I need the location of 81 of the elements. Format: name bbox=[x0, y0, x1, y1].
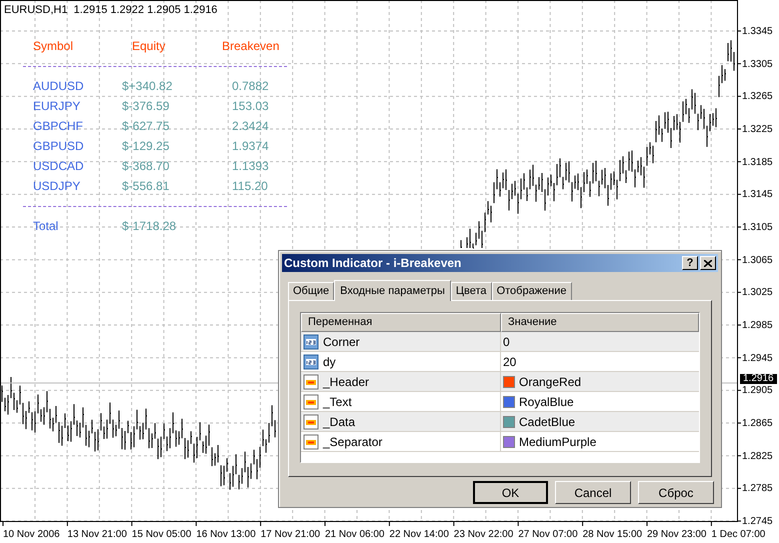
time-label: 22 Nov 14:00 bbox=[389, 530, 449, 540]
dialog-button[interactable]: Cancel bbox=[555, 481, 631, 504]
time-label: 28 Nov 15:00 bbox=[582, 530, 642, 540]
parameter-name: Corner bbox=[323, 334, 360, 350]
price-label: 1.3025 bbox=[742, 288, 773, 298]
column-header: Symbol bbox=[33, 40, 74, 52]
color-type-icon bbox=[303, 414, 319, 430]
column-header: Breakeven bbox=[222, 40, 280, 52]
parameter-name: _Data bbox=[323, 414, 356, 430]
time-label: 23 Nov 22:00 bbox=[454, 530, 514, 540]
price-label: 1.3305 bbox=[742, 60, 773, 70]
price-label: 1.3345 bbox=[742, 27, 773, 37]
parameter-name: dy bbox=[323, 354, 336, 370]
dialog-button[interactable]: OK bbox=[473, 481, 548, 504]
breakeven-value: 1.1393 bbox=[232, 160, 269, 172]
symbol-text: USDJPY bbox=[33, 180, 80, 192]
parameter-name: _Header bbox=[323, 374, 370, 390]
tab[interactable]: Отображение bbox=[492, 282, 572, 300]
tab[interactable]: Цвета bbox=[450, 282, 492, 300]
dialog-title: Custom Indicator - i-Breakeven bbox=[284, 255, 462, 272]
tab[interactable]: Общие bbox=[288, 282, 334, 300]
number-type-icon bbox=[303, 334, 319, 350]
help-button[interactable]: ? bbox=[682, 256, 698, 270]
tab[interactable]: Входные параметры bbox=[334, 280, 451, 301]
symbol-text: EURJPY bbox=[33, 100, 80, 112]
symbol-text: GBPCHF bbox=[33, 120, 84, 132]
price-label: 1.3145 bbox=[742, 190, 773, 200]
parameter-value: 20 bbox=[503, 354, 516, 370]
current-price-label: 1.2916 bbox=[740, 374, 777, 384]
breakeven-value: 0.7882 bbox=[232, 80, 269, 92]
price-label: 1.3105 bbox=[742, 223, 773, 234]
equity-value: $-376.59 bbox=[122, 100, 170, 112]
parameter-value: RoyalBlue bbox=[519, 394, 574, 410]
column-header[interactable]: Переменная bbox=[301, 313, 501, 332]
parameter-value: OrangeRed bbox=[519, 374, 582, 390]
parameter-value: 0 bbox=[503, 334, 510, 350]
equity-value: $-129.25 bbox=[122, 140, 170, 152]
price-label: 1.3225 bbox=[742, 125, 773, 135]
symbol-text: AUDUSD bbox=[33, 80, 84, 92]
time-label: 13 Nov 21:00 bbox=[67, 530, 127, 540]
parameter-name: _Text bbox=[323, 394, 352, 410]
chart-header: EURUSD,H1 1.2915 1.2922 1.2905 1.2916 bbox=[4, 5, 218, 16]
equity-value: $+340.82 bbox=[122, 80, 172, 92]
parameter-value: CadetBlue bbox=[519, 414, 576, 430]
dialog-button[interactable]: Сброс bbox=[638, 481, 714, 504]
time-label: 17 Nov 21:00 bbox=[260, 530, 320, 540]
price-label: 1.2945 bbox=[742, 354, 773, 364]
breakeven-value: 1.9374 bbox=[232, 140, 269, 152]
color-type-icon bbox=[303, 374, 319, 390]
price-label: 1.2865 bbox=[742, 419, 773, 430]
column-header: Equity bbox=[132, 40, 166, 52]
close-icon bbox=[704, 260, 712, 266]
total-label: Total bbox=[33, 220, 58, 232]
time-label: 15 Nov 05:00 bbox=[132, 530, 192, 540]
column-header[interactable]: Значение bbox=[501, 313, 699, 332]
total-equity: $-1718.28 bbox=[122, 220, 176, 232]
symbol-text: GBPUSD bbox=[33, 140, 84, 152]
breakeven-value: 2.3424 bbox=[232, 120, 269, 132]
time-label: 10 Nov 2006 bbox=[3, 530, 60, 540]
parameter-name: _Separator bbox=[323, 434, 382, 450]
time-label: 27 Nov 07:00 bbox=[518, 530, 578, 540]
equity-value: $-556.81 bbox=[122, 180, 170, 192]
time-label: 21 Nov 06:00 bbox=[325, 530, 384, 540]
price-label: 1.2785 bbox=[742, 484, 773, 494]
equity-value: $-627.75 bbox=[122, 120, 170, 132]
breakeven-value: 115.20 bbox=[232, 180, 268, 192]
price-label: 1.3185 bbox=[742, 158, 773, 168]
breakeven-value: 153.03 bbox=[232, 100, 269, 112]
price-label: 1.2825 bbox=[742, 452, 773, 462]
price-label: 1.2905 bbox=[742, 386, 773, 396]
price-label: 1.3065 bbox=[742, 256, 773, 266]
time-label: 29 Nov 23:00 bbox=[647, 530, 706, 540]
time-label: 16 Nov 13:00 bbox=[196, 530, 256, 540]
symbol-text: USDCAD bbox=[33, 160, 84, 172]
parameter-value: MediumPurple bbox=[519, 434, 596, 450]
time-label: 1 Dec 07:00 bbox=[711, 530, 766, 540]
price-label: 1.2745 bbox=[742, 517, 773, 528]
price-label: 1.2985 bbox=[742, 321, 773, 332]
close-button[interactable] bbox=[700, 256, 716, 270]
price-label: 1.3265 bbox=[742, 92, 773, 102]
equity-value: $-368.70 bbox=[122, 160, 170, 172]
